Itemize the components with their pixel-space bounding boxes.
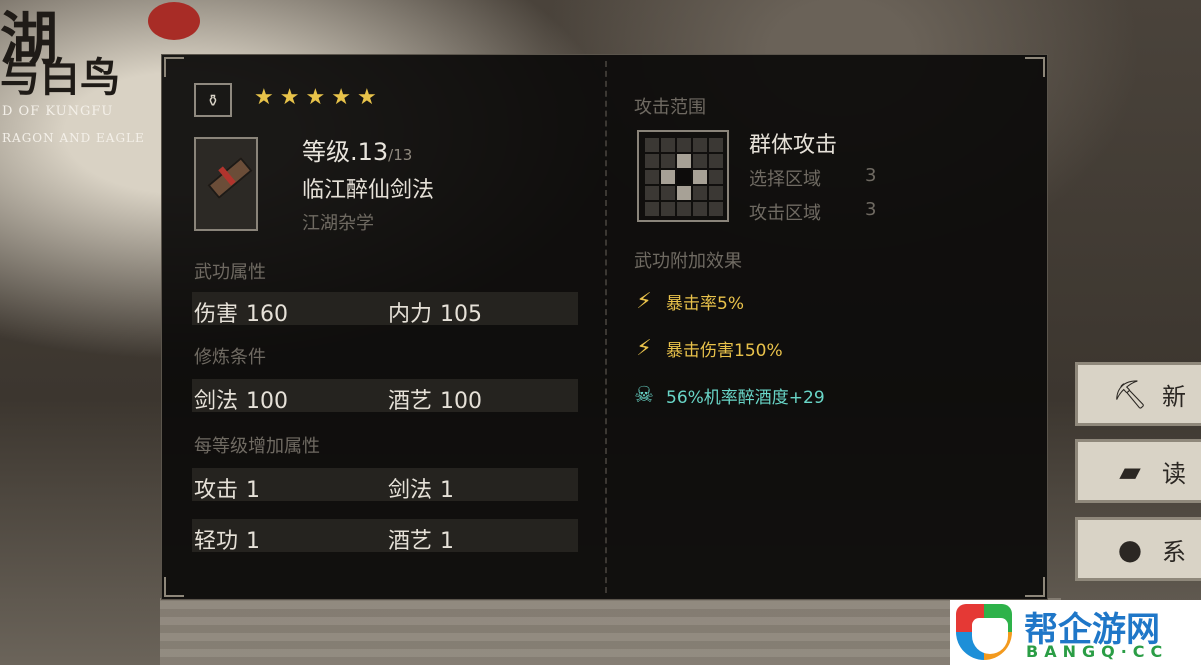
effect-crit-rate: ⚡ 暴击率5% [628, 285, 744, 317]
range-cell [661, 154, 675, 168]
range-cell [661, 138, 675, 152]
requirement-wine: 酒艺 100 [388, 389, 483, 414]
effects-title: 武功附加效果 [634, 251, 742, 272]
book-icon: ▰ [1119, 454, 1141, 488]
shield-logo-icon [956, 604, 1012, 660]
range-cell [677, 186, 691, 200]
range-cell [693, 154, 707, 168]
skill-name: 临江醉仙剑法 [302, 178, 435, 203]
corner-ornament [1025, 577, 1045, 597]
range-cell [661, 170, 675, 184]
level-label: 等级.13 [302, 138, 389, 166]
range-cell [709, 138, 723, 152]
attack-range-title: 攻击范围 [634, 97, 706, 118]
requirements-row: 剑法 100 酒艺 100 [192, 379, 578, 414]
range-cell [693, 186, 707, 200]
range-cell [645, 170, 659, 184]
lightning-icon: ⚡ [636, 335, 652, 361]
range-cell [661, 202, 675, 216]
lightning-circle-icon: ⚡ [636, 288, 652, 314]
skill-level: 等级.13/13 [302, 132, 412, 167]
stone-wall-background [160, 598, 1061, 665]
per-level-agility: 轻功 1 [194, 529, 261, 554]
range-cell [709, 154, 723, 168]
skull-icon: ☠ [634, 382, 654, 408]
requirement-sword: 剑法 100 [194, 389, 289, 414]
requirements-title: 修炼条件 [194, 347, 266, 368]
range-cell [677, 154, 691, 168]
star-icon: ★ [254, 85, 274, 110]
level-max: /13 [388, 146, 413, 164]
range-cell [677, 202, 691, 216]
range-cell [645, 138, 659, 152]
watermark-en: BANGQ·CC [1026, 642, 1169, 661]
skill-category: 江湖杂学 [302, 213, 374, 234]
attribute-damage: 伤害 160 [194, 302, 289, 327]
side-menu-new[interactable]: ⛏ 新 [1075, 362, 1201, 426]
star-icon: ★ [305, 85, 326, 110]
effect-crit-damage: ⚡ 暴击伤害150% [628, 332, 782, 364]
side-menu-system[interactable]: ● 系 [1075, 517, 1201, 581]
select-area: 选择区域 3 [749, 165, 877, 190]
range-cell [677, 170, 691, 184]
logo-english-line-1: D OF KUNGFU [2, 104, 114, 119]
skill-detail-panel: ⚱ ★ ★ ★ ★ ★ 等级.13/13 临江醉仙剑法 江湖杂学 武功属性 伤害 160 … [161, 54, 1048, 600]
red-seal-icon [148, 2, 200, 40]
range-cell [645, 154, 659, 168]
per-level-attack: 攻击 1 [194, 478, 261, 503]
logo-subtitle: 与白鸟 [0, 54, 120, 101]
per-level-title: 每等级增加属性 [194, 436, 320, 457]
corner-ornament [164, 577, 184, 597]
pickaxe-icon: ⛏ [1112, 377, 1148, 411]
side-menu-read[interactable]: ▰ 读 [1075, 439, 1201, 503]
skill-item-slot [194, 137, 258, 231]
corner-ornament [1025, 57, 1045, 77]
range-cell [693, 138, 707, 152]
range-cell [693, 170, 707, 184]
range-cell [709, 202, 723, 216]
range-cell [693, 202, 707, 216]
attributes-row: 伤害 160 内力 105 [192, 292, 578, 327]
effect-drunk: ☠ 56%机率醉酒度+29 [628, 379, 825, 411]
attributes-title: 武功属性 [194, 262, 266, 283]
attribute-internal-force: 内力 105 [388, 302, 483, 327]
star-icon: ★ [279, 85, 300, 110]
attack-area: 攻击区域 3 [749, 199, 877, 224]
attack-type: 群体攻击 [749, 133, 838, 158]
game-logo: 湖 与白鸟 D OF KUNGFU RAGON AND EAGLE [0, 0, 160, 150]
per-level-sword: 剑法 1 [388, 478, 455, 503]
logo-english-line-2: RAGON AND EAGLE [2, 131, 145, 145]
range-cell [709, 170, 723, 184]
range-cell [661, 186, 675, 200]
range-cell [709, 186, 723, 200]
per-level-row-1: 攻击 1 剑法 1 [192, 468, 578, 503]
per-level-wine: 酒艺 1 [388, 529, 455, 554]
rarity-stars: ★ ★ ★ ★ ★ [254, 87, 377, 109]
jar-icon: ⚱ [194, 83, 232, 117]
pouch-icon: ● [1117, 532, 1143, 566]
per-level-row-2: 轻功 1 酒艺 1 [192, 519, 578, 554]
corner-ornament [164, 57, 184, 77]
attack-range-grid [637, 130, 729, 222]
star-icon: ★ [331, 85, 351, 110]
range-cell [677, 138, 691, 152]
range-cell [645, 186, 659, 200]
star-icon: ★ [356, 85, 377, 110]
panel-divider [605, 61, 607, 593]
range-cell [645, 202, 659, 216]
site-watermark: 帮企游网 BANGQ·CC [950, 600, 1201, 665]
